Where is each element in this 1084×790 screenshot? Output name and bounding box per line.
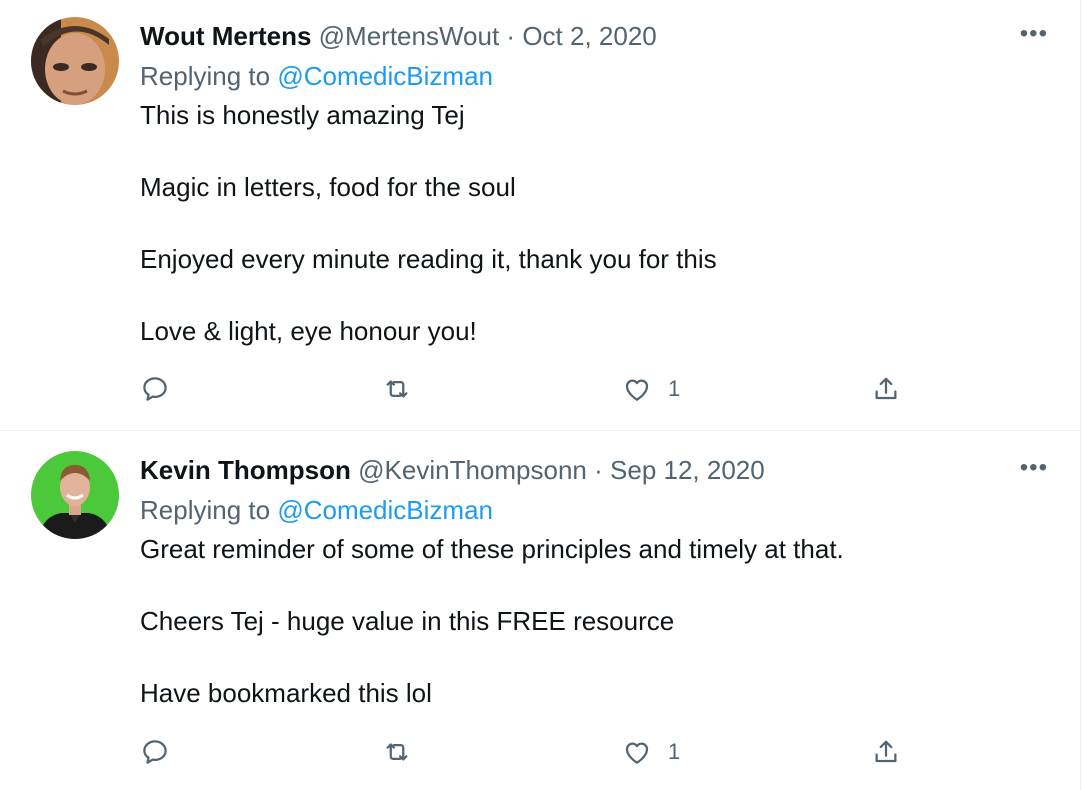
author-name[interactable]: Kevin Thompson	[140, 455, 351, 485]
like-count: 1	[668, 739, 681, 764]
tweet-line: Enjoyed every minute reading it, thank y…	[140, 244, 717, 274]
reply-icon	[143, 740, 167, 764]
avatar-image	[31, 17, 119, 105]
mention-link[interactable]: @ComedicBizman	[277, 495, 493, 525]
tweet-line: This is honestly amazing Tej	[140, 100, 465, 130]
more-options-icon[interactable]: •••	[1020, 22, 1048, 46]
more-options-icon[interactable]: •••	[1020, 456, 1048, 480]
avatar[interactable]	[31, 451, 119, 539]
tweet[interactable]: Wout Mertens @MertensWout · Oct 2, 2020 …	[0, 0, 1081, 431]
tweet-actions: 1	[140, 373, 920, 405]
author-handle[interactable]: @KevinThompsonn	[358, 455, 587, 485]
replying-prefix: Replying to	[140, 61, 271, 91]
tweet-line: Have bookmarked this lol	[140, 678, 432, 708]
tweet[interactable]: Kevin Thompson @KevinThompsonn · Sep 12,…	[0, 431, 1081, 790]
reply-button[interactable]	[140, 736, 170, 768]
heart-icon	[625, 742, 649, 764]
like-button[interactable]: 1	[622, 373, 680, 405]
replying-prefix: Replying to	[140, 495, 271, 525]
retweet-button[interactable]	[382, 373, 412, 405]
like-button[interactable]: 1	[622, 736, 680, 768]
tweet-date[interactable]: Oct 2, 2020	[522, 21, 656, 51]
tweet-text: This is honestly amazing Tej Magic in le…	[140, 97, 717, 349]
heart-icon	[625, 379, 649, 401]
share-button[interactable]	[871, 373, 901, 405]
like-count: 1	[668, 376, 681, 401]
author-handle[interactable]: @MertensWout	[319, 21, 500, 51]
share-button[interactable]	[871, 736, 901, 768]
reply-button[interactable]	[140, 373, 170, 405]
tweet-header: Kevin Thompson @KevinThompsonn · Sep 12,…	[140, 452, 765, 488]
tweet-actions: 1	[140, 736, 920, 768]
tweet-line: Great reminder of some of these principl…	[140, 534, 844, 564]
share-icon	[875, 740, 897, 763]
author-name[interactable]: Wout Mertens	[140, 21, 311, 51]
separator: ·	[594, 455, 603, 485]
avatar[interactable]	[31, 17, 119, 105]
tweet-line: Love & light, eye honour you!	[140, 316, 477, 346]
share-icon	[875, 377, 897, 400]
retweet-button[interactable]	[382, 736, 412, 768]
separator: ·	[506, 21, 516, 51]
retweet-icon	[386, 743, 408, 761]
tweet-header: Wout Mertens @MertensWout · Oct 2, 2020	[140, 18, 657, 54]
tweet-date[interactable]: Sep 12, 2020	[610, 455, 765, 485]
reply-icon	[143, 377, 167, 401]
tweet-text: Great reminder of some of these principl…	[140, 531, 844, 711]
mention-link[interactable]: @ComedicBizman	[277, 61, 493, 91]
replying-to: Replying to @ComedicBizman	[140, 58, 493, 94]
retweet-icon	[386, 380, 408, 398]
avatar-image	[31, 451, 119, 539]
replying-to: Replying to @ComedicBizman	[140, 492, 493, 528]
tweet-line: Magic in letters, food for the soul	[140, 172, 516, 202]
tweet-line: Cheers Tej - huge value in this FREE res…	[140, 606, 675, 636]
